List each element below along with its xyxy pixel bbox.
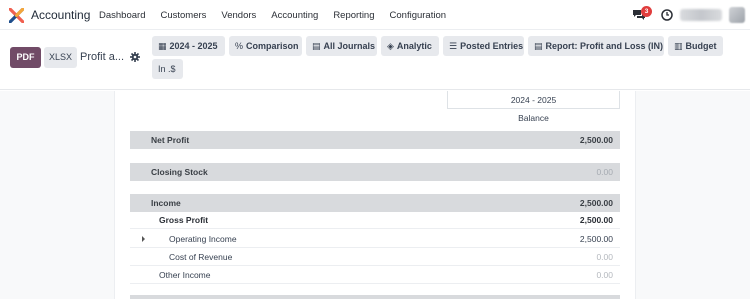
- expand-caret-icon[interactable]: [142, 236, 145, 242]
- control-panel: PDF XLSX Profit a... ▦ 2024 - 2025 % Compa…: [0, 30, 750, 90]
- clock-icon[interactable]: [661, 9, 673, 21]
- report-row-gross-profit[interactable]: Gross Profit 2,500.00: [130, 211, 620, 229]
- filter-comparison[interactable]: % Comparison: [229, 36, 302, 56]
- row-label: Net Profit: [151, 135, 190, 145]
- next-section-row: [130, 295, 620, 299]
- row-label: Cost of Revenue: [169, 252, 233, 262]
- filter-analytic[interactable]: ◈ Analytic: [381, 36, 439, 56]
- menu-accounting[interactable]: Accounting: [271, 10, 318, 21]
- book-icon: ▤: [534, 41, 543, 51]
- xlsx-button[interactable]: XLSX: [44, 47, 77, 68]
- row-label: Closing Stock: [151, 167, 208, 177]
- row-value: 2,500.00: [579, 234, 613, 244]
- filter-currency[interactable]: In .$: [152, 59, 183, 79]
- report-title: Profit a...: [80, 51, 125, 63]
- filter-label: In .$: [158, 64, 176, 74]
- pdf-button[interactable]: PDF: [10, 47, 41, 68]
- filter-date[interactable]: ▦ 2024 - 2025: [152, 36, 225, 56]
- menu-configuration[interactable]: Configuration: [390, 10, 447, 21]
- bar-chart-icon: ▥: [674, 41, 683, 51]
- report-row-income[interactable]: Income 2,500.00: [130, 194, 620, 212]
- filter-label: Budget: [685, 41, 717, 51]
- report-row-net-profit[interactable]: Net Profit 2,500.00: [130, 131, 620, 149]
- filter-label: Comparison: [246, 41, 299, 51]
- report-row-other-income[interactable]: Other Income 0.00: [130, 266, 620, 284]
- row-label: Income: [151, 198, 181, 208]
- message-count-badge: 3: [641, 6, 652, 17]
- filter-journals[interactable]: ▤ All Journals: [306, 36, 377, 56]
- report-row-closing-stock[interactable]: Closing Stock 0.00: [130, 163, 620, 181]
- row-value: 0.00: [596, 167, 613, 177]
- balance-column-header: Balance: [518, 113, 549, 123]
- filter-budget[interactable]: ▥ Budget: [668, 36, 723, 56]
- row-value: 0.00: [596, 252, 613, 262]
- app-name[interactable]: Accounting: [31, 8, 90, 22]
- book-icon: ▤: [312, 41, 321, 51]
- filter-label: Report: Profit and Loss (IN): [545, 41, 664, 51]
- sliders-icon: ☰: [449, 41, 458, 51]
- filter-label: Analytic: [396, 41, 432, 51]
- user-avatar[interactable]: [729, 7, 745, 23]
- percent-icon: %: [235, 41, 244, 51]
- menu-reporting[interactable]: Reporting: [333, 10, 374, 21]
- menu-dashboard[interactable]: Dashboard: [99, 10, 145, 21]
- row-value: 2,500.00: [579, 198, 613, 208]
- main-menu: Dashboard Customers Vendors Accounting R…: [99, 10, 461, 21]
- gear-icon[interactable]: [130, 52, 140, 62]
- menu-vendors[interactable]: Vendors: [221, 10, 256, 21]
- row-value: 2,500.00: [579, 135, 613, 145]
- accounting-app-icon[interactable]: [9, 8, 24, 23]
- layers-icon: ◈: [387, 41, 394, 51]
- filter-report-variant[interactable]: ▤ Report: Profit and Loss (IN): [528, 36, 664, 56]
- company-name-blurred[interactable]: [680, 9, 722, 21]
- row-label: Other Income: [159, 270, 211, 280]
- row-label: Operating Income: [169, 234, 237, 244]
- report-row-operating-income[interactable]: Operating Income 2,500.00: [130, 230, 620, 248]
- filter-label: All Journals: [323, 41, 376, 51]
- filter-posted-entries[interactable]: ☰ Posted Entries: [443, 36, 524, 56]
- calendar-icon: ▦: [158, 41, 167, 51]
- row-value: 0.00: [596, 270, 613, 280]
- row-label: Gross Profit: [159, 215, 209, 225]
- row-value: 2,500.00: [579, 215, 613, 225]
- filter-label: 2024 - 2025: [169, 41, 218, 51]
- report-row-cost-of-revenue[interactable]: Cost of Revenue 0.00: [130, 248, 620, 266]
- filter-label: Posted Entries: [460, 41, 524, 51]
- top-navbar: Accounting Dashboard Customers Vendors A…: [0, 0, 750, 30]
- menu-customers[interactable]: Customers: [160, 10, 206, 21]
- period-header: 2024 - 2025: [447, 91, 620, 109]
